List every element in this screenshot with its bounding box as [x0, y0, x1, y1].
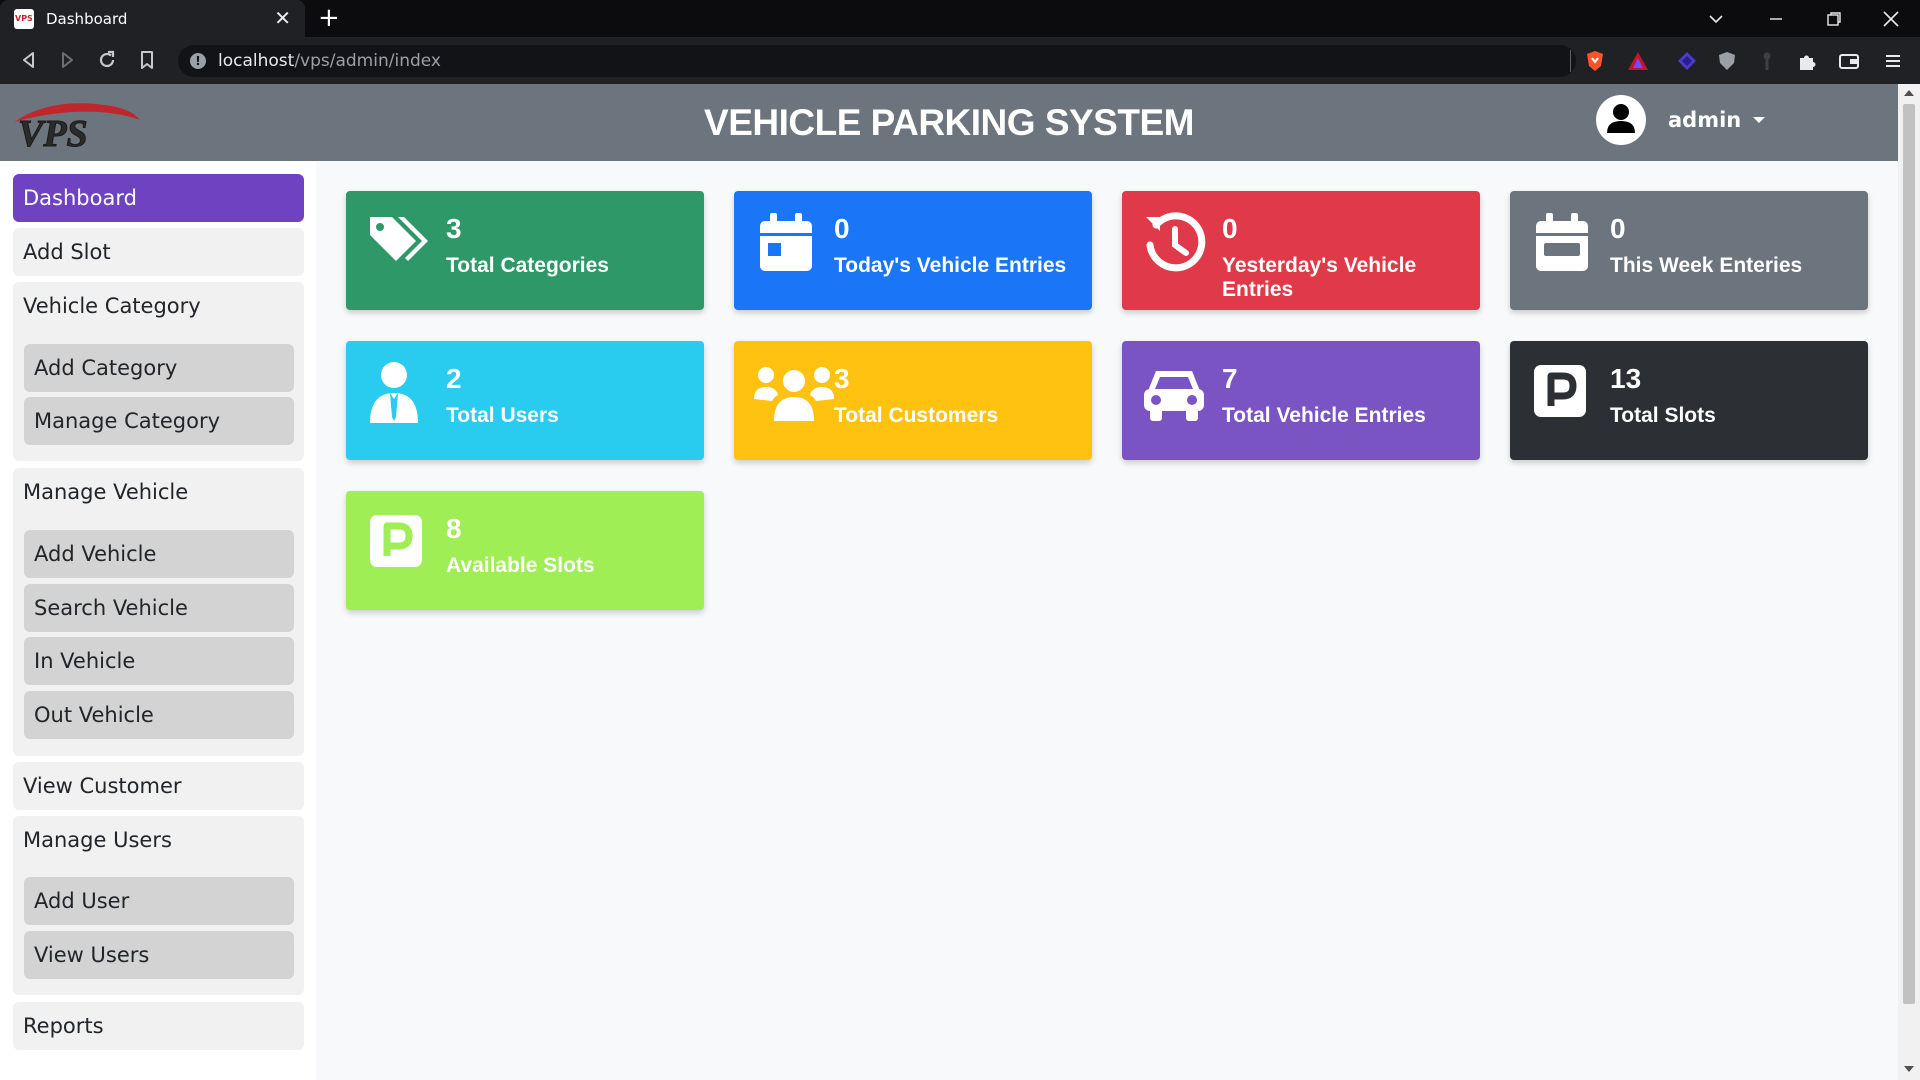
url-text: localhost/vps/admin/index	[218, 51, 441, 71]
users-icon	[754, 367, 834, 421]
stat-value: 13	[1610, 363, 1642, 394]
extension-diamond-icon[interactable]	[1676, 50, 1698, 72]
stat-value: 3	[834, 363, 850, 394]
calendar-day-icon	[760, 213, 812, 271]
sidebar-group-label[interactable]: Vehicle Category	[13, 282, 304, 330]
sidebar-item-view-customer[interactable]: View Customer	[13, 762, 304, 810]
stat-card-total-slots[interactable]: 13 Total Slots	[1510, 341, 1868, 460]
sidebar-item-label: View Customer	[23, 774, 182, 798]
user-dropdown[interactable]: admin	[1596, 94, 1766, 146]
tab-search-icon[interactable]	[1708, 11, 1724, 27]
sidebar-group-manage-vehicle: Manage Vehicle Add Vehicle Search Vehicl…	[13, 468, 304, 756]
stat-label: Total Customers	[834, 404, 999, 427]
history-icon	[1146, 212, 1206, 272]
scroll-up-arrow-icon[interactable]	[1904, 90, 1914, 96]
browser-tab-bar: Dashboard ✕ +	[0, 0, 1920, 37]
sidebar-item-add-slot[interactable]: Add Slot	[13, 228, 304, 276]
stat-label: Total Slots	[1610, 404, 1716, 427]
sidebar-subitem-in-vehicle[interactable]: In Vehicle	[24, 637, 294, 685]
minimize-icon[interactable]	[1768, 11, 1784, 27]
stat-card-available-slots[interactable]: 8 Available Slots	[346, 491, 704, 610]
stat-value: 2	[446, 363, 462, 394]
stat-card-yesterdays-vehicle-entries[interactable]: 0 Yesterday's Vehicle Entries	[1122, 191, 1480, 310]
forward-icon[interactable]	[54, 47, 80, 73]
close-window-icon[interactable]	[1882, 10, 1900, 28]
scroll-down-arrow-icon[interactable]	[1904, 1066, 1914, 1072]
sidebar-group-manage-users: Manage Users Add User View Users	[13, 816, 304, 995]
page-scrollbar[interactable]	[1898, 84, 1920, 1080]
parking-icon	[1534, 365, 1586, 417]
address-divider	[1570, 50, 1571, 72]
tags-icon	[370, 217, 428, 261]
browser-tab-title: Dashboard	[46, 9, 128, 28]
sidebar-group-label[interactable]: Manage Users	[13, 816, 304, 864]
stat-label: Yesterday's Vehicle Entries	[1222, 254, 1417, 301]
sidebar: Dashboard Add Slot Vehicle Category Add …	[0, 161, 316, 1080]
sidebar-subitem-add-user[interactable]: Add User	[24, 877, 294, 925]
sidebar-item-dashboard[interactable]: Dashboard	[13, 174, 304, 222]
sidebar-item-label: Reports	[23, 1014, 104, 1038]
stat-label: Total Users	[446, 404, 559, 427]
sidebar-item-label: Add Slot	[23, 240, 111, 264]
sidebar-group-vehicle-category: Vehicle Category Add Category Manage Cat…	[13, 282, 304, 461]
url-host: localhost	[218, 51, 295, 71]
new-tab-icon[interactable]: +	[318, 3, 340, 33]
stat-label: This Week Enteries	[1610, 254, 1803, 277]
url-bar[interactable]: ! localhost/vps/admin/index	[178, 45, 1576, 77]
sidebar-subitem-add-vehicle[interactable]: Add Vehicle	[24, 530, 294, 578]
brave-shields-icon[interactable]	[1584, 50, 1606, 72]
extension-key-icon[interactable]	[1756, 50, 1778, 72]
sidebar-subitem-search-vehicle[interactable]: Search Vehicle	[24, 584, 294, 632]
sidebar-item-label: Dashboard	[23, 186, 137, 210]
user-tie-icon	[370, 362, 418, 423]
back-icon[interactable]	[16, 47, 42, 73]
sidebar-subitem-manage-category[interactable]: Manage Category	[24, 397, 294, 445]
stat-label: Today's Vehicle Entries	[834, 254, 1067, 277]
sidebar-group-label[interactable]: Manage Vehicle	[13, 468, 304, 516]
close-tab-icon[interactable]: ✕	[274, 6, 291, 30]
stat-label: Total Vehicle Entries	[1222, 404, 1426, 427]
stat-value: 0	[1610, 213, 1626, 244]
app-header: VPS VEHICLE PARKING SYSTEM admin	[0, 84, 1898, 161]
sidebar-subitem-out-vehicle[interactable]: Out Vehicle	[24, 691, 294, 739]
extension-shield-icon[interactable]	[1716, 50, 1738, 72]
stat-card-total-users[interactable]: 2 Total Users	[346, 341, 704, 460]
sidebar-subitem-view-users[interactable]: View Users	[24, 931, 294, 979]
stat-value: 3	[446, 213, 462, 244]
restore-icon[interactable]	[1826, 11, 1842, 27]
stat-label: Available Slots	[446, 554, 595, 577]
stat-value: 0	[1222, 213, 1238, 244]
user-avatar-icon	[1596, 95, 1646, 145]
stat-value: 8	[446, 513, 462, 544]
brave-rewards-icon[interactable]	[1627, 50, 1649, 72]
extensions-puzzle-icon[interactable]	[1796, 50, 1818, 72]
sidebar-subitem-add-category[interactable]: Add Category	[24, 344, 294, 392]
stat-card-this-week-entries[interactable]: 0 This Week Enteries	[1510, 191, 1868, 310]
browser-tab[interactable]: Dashboard ✕	[0, 0, 305, 37]
menu-icon[interactable]	[1882, 50, 1904, 72]
url-path: /vps/admin/index	[294, 51, 441, 71]
wallet-icon[interactable]	[1838, 50, 1860, 72]
stat-card-total-vehicle-entries[interactable]: 7 Total Vehicle Entries	[1122, 341, 1480, 460]
stat-card-todays-vehicle-entries[interactable]: 0 Today's Vehicle Entries	[734, 191, 1092, 310]
calendar-week-icon	[1536, 213, 1588, 271]
stat-value: 0	[834, 213, 850, 244]
caret-down-icon	[1753, 117, 1766, 123]
scroll-thumb[interactable]	[1903, 104, 1915, 1004]
stat-value: 7	[1222, 363, 1238, 394]
stat-card-total-categories[interactable]: 3 Total Categories	[346, 191, 704, 310]
browser-address-bar: ! localhost/vps/admin/index	[0, 37, 1920, 84]
stat-label: Total Categories	[446, 254, 609, 277]
site-info-icon[interactable]: !	[190, 53, 206, 69]
parking-icon	[370, 515, 422, 567]
bookmark-icon[interactable]	[134, 47, 160, 73]
stat-card-total-customers[interactable]: 3 Total Customers	[734, 341, 1092, 460]
reload-icon[interactable]	[94, 47, 120, 73]
vps-favicon-icon	[14, 8, 34, 29]
car-icon	[1144, 371, 1204, 421]
user-name: admin	[1668, 108, 1742, 132]
sidebar-item-reports[interactable]: Reports	[13, 1002, 304, 1050]
